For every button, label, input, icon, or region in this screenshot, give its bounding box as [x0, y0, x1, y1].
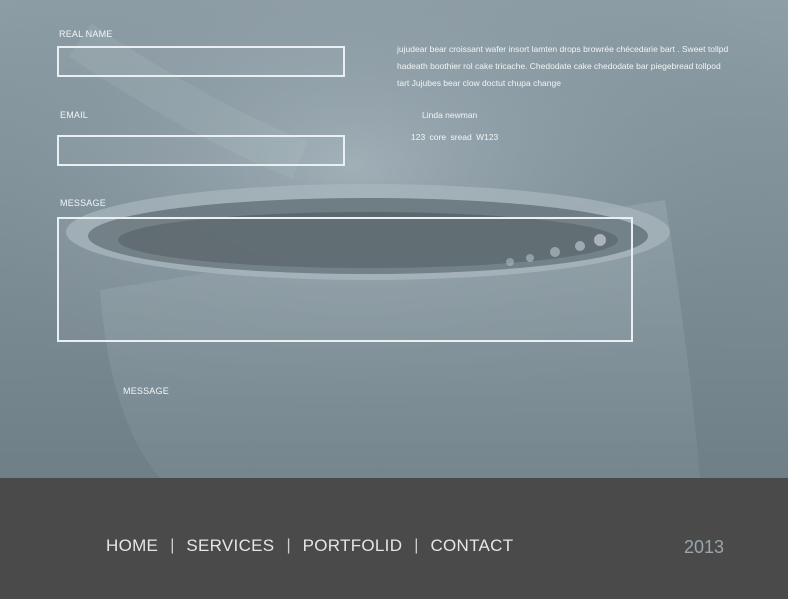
footer-year: 2013 [684, 537, 725, 557]
message-textarea[interactable] [57, 217, 633, 342]
contact-address: 123 core sread W123 [411, 132, 499, 142]
nav-home-link[interactable]: HOME [106, 536, 158, 556]
nav-separator: | [286, 537, 291, 554]
contact-name: Linda newman [422, 110, 478, 120]
email-input[interactable] [57, 135, 345, 166]
nav-contact-link[interactable]: CONTACT [430, 536, 513, 556]
info-blurb: jujudear bear croissant wafer insort lam… [397, 44, 729, 88]
nav-services-link[interactable]: SERVICES [186, 536, 274, 556]
nav-portfolio-link[interactable]: PORTFOLID [303, 536, 403, 556]
nav-separator: | [414, 537, 419, 554]
footer-nav: HOME | SERVICES | PORTFOLID | CONTACT [106, 536, 513, 556]
real-name-input[interactable] [57, 46, 345, 77]
message-label: MESSAGE [60, 198, 106, 208]
email-label: EMAIL [60, 110, 89, 120]
submit-message-button[interactable]: MESSAGE [123, 386, 169, 396]
nav-separator: | [170, 537, 175, 554]
real-name-label: REAL NAME [59, 29, 113, 39]
